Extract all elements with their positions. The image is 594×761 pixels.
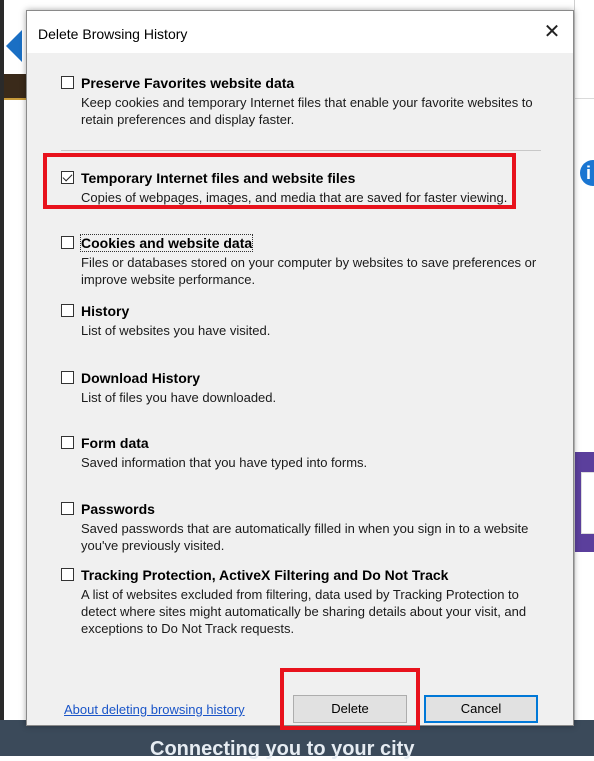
highlight-box-temporary-files — [43, 153, 516, 209]
dialog-title: Delete Browsing History — [38, 26, 188, 42]
tracking-protection-checkbox[interactable] — [61, 568, 74, 581]
option-description: Keep cookies and temporary Internet file… — [81, 95, 533, 127]
cancel-button[interactable]: Cancel — [424, 695, 538, 723]
preserve-favorites-checkbox[interactable] — [61, 76, 74, 89]
form-data-checkbox[interactable] — [61, 436, 74, 449]
options-separator — [61, 150, 541, 151]
background-thumbnail-accent — [4, 98, 26, 100]
option-description: Saved passwords that are automatically f… — [81, 521, 529, 553]
option-description: Saved information that you have typed in… — [81, 455, 368, 470]
background-banner-text: Connecting you to your city — [150, 738, 415, 760]
close-icon[interactable]: ✕ — [537, 19, 567, 47]
option-title: Cookies and website data — [79, 234, 254, 252]
option-title: Download History — [81, 370, 201, 386]
option-title: Preserve Favorites website data — [81, 75, 295, 91]
option-description: Files or databases stored on your comput… — [81, 255, 537, 287]
download-history-checkbox[interactable] — [61, 371, 74, 384]
option-title: History — [81, 303, 130, 319]
background-right-edge — [574, 0, 594, 756]
background-card — [581, 472, 594, 534]
history-checkbox[interactable] — [61, 304, 74, 317]
option-description: List of files you have downloaded. — [81, 390, 277, 405]
delete-button[interactable]: Delete — [293, 695, 407, 723]
background-thumbnail — [4, 74, 26, 98]
option-title: Passwords — [81, 501, 155, 517]
background-divider — [575, 98, 594, 99]
option-description: List of websites you have visited. — [81, 323, 271, 338]
option-title: Tracking Protection, ActiveX Filtering a… — [81, 567, 449, 583]
delete-browsing-history-dialog: Delete Browsing History ✕ Preserve Favor… — [26, 10, 574, 726]
cookies-checkbox[interactable] — [61, 236, 74, 249]
option-title: Form data — [81, 435, 149, 451]
background-left-border — [0, 0, 4, 756]
passwords-checkbox[interactable] — [61, 502, 74, 515]
about-deleting-history-link[interactable]: About deleting browsing history — [64, 702, 245, 717]
back-arrow-icon — [6, 30, 22, 62]
option-description: A list of websites excluded from filteri… — [81, 587, 527, 636]
dialog-titlebar: Delete Browsing History ✕ — [27, 11, 573, 53]
